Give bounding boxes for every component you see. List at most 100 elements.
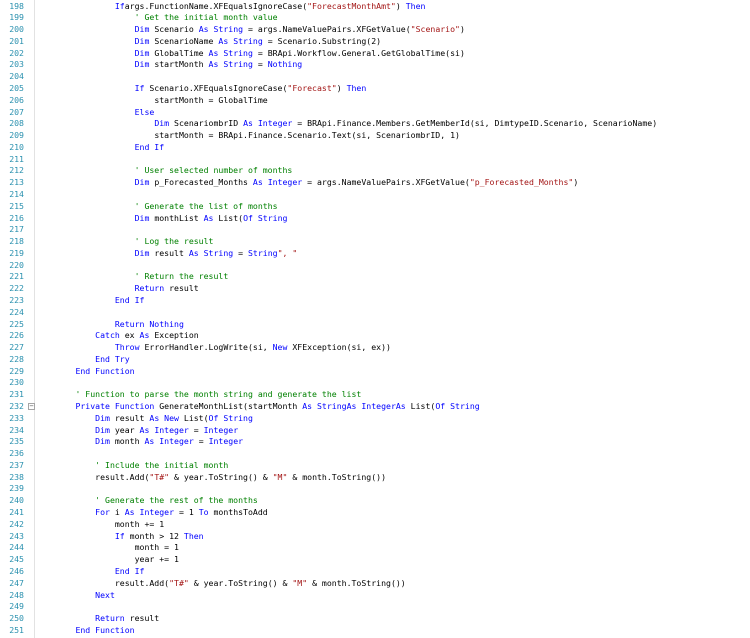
code-line[interactable]: 222 Return result <box>0 283 750 295</box>
code-line[interactable]: 236 <box>0 448 750 460</box>
line-number: 223 <box>9 295 24 305</box>
line-number: 220 <box>9 259 24 270</box>
code-line[interactable]: 242 month += 1 <box>0 519 750 531</box>
code-line[interactable]: 229 End Function <box>0 366 750 378</box>
code-line[interactable]: 213 Dim p_Forecasted_Months As Integer =… <box>0 177 750 189</box>
token-kw: As New <box>149 412 179 423</box>
code-text: Return result <box>36 283 199 295</box>
code-line[interactable]: 249 <box>0 601 750 613</box>
code-line[interactable]: 227 Throw ErrorHandler.LogWrite(si, New … <box>0 342 750 354</box>
code-line[interactable]: 239 <box>0 483 750 495</box>
code-line[interactable]: 244 month = 1 <box>0 542 750 554</box>
code-line[interactable]: 206 startMonth = GlobalTime <box>0 95 750 107</box>
code-line[interactable]: 212 ' User selected number of months <box>0 165 750 177</box>
code-line[interactable]: 224 <box>0 307 750 319</box>
code-line[interactable]: 225 Return Nothing <box>0 319 750 331</box>
code-line[interactable]: 214 <box>0 189 750 201</box>
line-number: 243 <box>9 530 24 541</box>
code-line[interactable]: 235 Dim month As Integer = Integer <box>0 436 750 448</box>
token-kw: If <box>114 0 125 11</box>
code-line[interactable]: 247 result.Add("T#" & year.ToString() & … <box>0 578 750 590</box>
code-line[interactable]: 243 If month > 12 Then <box>0 531 750 543</box>
code-text: For i As Integer = 1 To monthsToAdd <box>36 507 268 519</box>
code-line[interactable]: 223 End If <box>0 295 750 307</box>
code-text: End Function <box>36 366 134 378</box>
code-line[interactable]: 248 Next <box>0 590 750 602</box>
token-kw: End If <box>134 141 165 152</box>
code-line[interactable]: 230 <box>0 377 750 389</box>
code-line[interactable]: 232− Private Function GenerateMonthList(… <box>0 401 750 413</box>
code-line[interactable]: 220 <box>0 260 750 272</box>
token-kw: Then <box>183 530 204 541</box>
token-text: i <box>109 507 125 518</box>
code-line[interactable]: 234 Dim year As Integer = Integer <box>0 425 750 437</box>
code-line[interactable]: 198 Ifargs.FunctionName.XFEqualsIgnoreCa… <box>0 1 750 13</box>
code-line[interactable]: 210 End If <box>0 142 750 154</box>
code-line[interactable]: 219 Dim result As String = String", " <box>0 248 750 260</box>
code-line[interactable]: 217 <box>0 224 750 236</box>
line-number: 247 <box>9 577 24 588</box>
token-text: ScenarioName <box>149 35 219 46</box>
code-line[interactable]: 199 ' Get the initial month value <box>0 12 750 24</box>
token-cm: ' Generate the list of months <box>134 200 278 211</box>
code-line[interactable]: 238 result.Add("T#" & year.ToString() & … <box>0 472 750 484</box>
line-number: 219 <box>9 247 24 258</box>
code-line[interactable]: 202 Dim GlobalTime As String = BRApi.Wor… <box>0 48 750 60</box>
code-line[interactable]: 237 ' Include the initial month <box>0 460 750 472</box>
token-kw: Then <box>400 0 426 11</box>
code-text: ' User selected number of months <box>36 165 293 177</box>
code-line[interactable]: 200 Dim Scenario As String = args.NameVa… <box>0 24 750 36</box>
code-text: End If <box>36 141 165 154</box>
token-kw: Then <box>341 82 367 93</box>
code-line[interactable]: 228 End Try <box>0 354 750 366</box>
code-line[interactable]: 209 startMonth = BRApi.Finance.Scenario.… <box>0 130 750 142</box>
code-line[interactable]: 218 ' Log the result <box>0 236 750 248</box>
token-kw: Of String <box>435 401 480 412</box>
line-number: 217 <box>9 224 24 235</box>
token-text: = Scenario.Substring(2) <box>262 35 382 46</box>
code-line[interactable]: 226 Catch ex As Exception <box>0 330 750 342</box>
token-str: "Forecast" <box>287 82 337 93</box>
code-line[interactable]: 251 End Function <box>0 625 750 637</box>
code-line[interactable]: 201 Dim ScenarioName As String = Scenari… <box>0 36 750 48</box>
code-line[interactable]: 245 year += 1 <box>0 554 750 566</box>
code-line[interactable]: 216 Dim monthList As List(Of String <box>0 213 750 225</box>
code-line[interactable]: 211 <box>0 154 750 166</box>
token-kw: End If <box>114 565 145 576</box>
code-line[interactable]: 231 ' Function to parse the month string… <box>0 389 750 401</box>
code-line[interactable]: 221 ' Return the result <box>0 271 750 283</box>
token-str: "Scenario" <box>410 24 460 35</box>
code-line[interactable]: 240 ' Generate the rest of the months <box>0 495 750 507</box>
token-cm: ' Get the initial month value <box>134 12 278 23</box>
code-text: result.Add("T#" & year.ToString() & "M" … <box>36 472 386 484</box>
code-line[interactable]: 246 End If <box>0 566 750 578</box>
token-kw: To <box>198 507 209 518</box>
code-line[interactable]: 203 Dim startMonth As String = Nothing <box>0 59 750 71</box>
code-editor[interactable]: 198 Ifargs.FunctionName.XFEqualsIgnoreCa… <box>0 0 750 638</box>
code-line[interactable]: 241 For i As Integer = 1 To monthsToAdd <box>0 507 750 519</box>
line-number: 236 <box>9 448 24 459</box>
code-line[interactable]: 233 Dim result As New List(Of String <box>0 413 750 425</box>
token-text: result <box>124 613 160 624</box>
code-line[interactable]: 208 Dim ScenariombrID As Integer = BRApi… <box>0 118 750 130</box>
code-line[interactable]: 204 <box>0 71 750 83</box>
line-number: 221 <box>9 271 24 282</box>
token-kw: Integer <box>208 436 244 447</box>
token-kw: Dim <box>95 424 110 435</box>
collapse-icon[interactable]: − <box>28 403 35 411</box>
code-line[interactable]: 215 ' Generate the list of months <box>0 201 750 213</box>
code-text: Dim monthList As List(Of String <box>36 213 288 225</box>
code-line[interactable]: 205 If Scenario.XFEqualsIgnoreCase("Fore… <box>0 83 750 95</box>
token-kw: As String <box>198 24 244 35</box>
line-number: 233 <box>9 412 24 423</box>
code-line[interactable]: 250 Return result <box>0 613 750 625</box>
code-line[interactable]: 207 Else <box>0 107 750 119</box>
token-text: year <box>109 424 140 435</box>
